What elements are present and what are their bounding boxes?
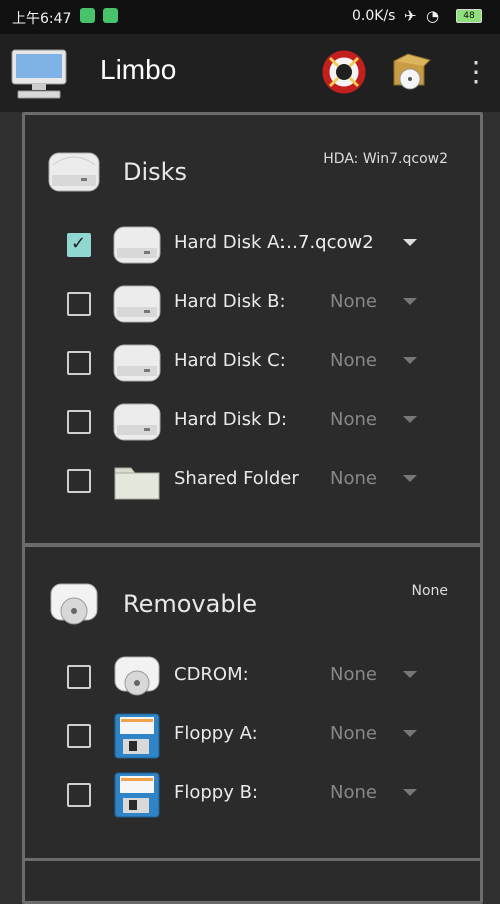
disks-panel: Disks HDA: Win7.qcow2 ✓ Hard Disk A: …7.… [22, 112, 483, 546]
app-notification-icon [80, 8, 95, 23]
folder-icon [114, 467, 160, 500]
dropdown-icon[interactable] [403, 730, 417, 737]
checkbox-cdrom[interactable] [67, 665, 91, 689]
row-label: Hard Disk C: [174, 350, 286, 371]
menu-icon[interactable]: ⋮ [462, 54, 490, 90]
row-label: Hard Disk D: [174, 409, 288, 430]
dropdown-icon[interactable] [403, 239, 417, 246]
hard-disk-icon [113, 285, 161, 323]
help-icon[interactable] [322, 50, 366, 94]
removable-summary: None [411, 583, 448, 599]
row-label: Floppy A: [174, 723, 258, 744]
battery-icon: 48 [456, 9, 482, 23]
hard-disk-icon [113, 344, 161, 382]
checkbox-hdb[interactable] [67, 292, 91, 316]
shared-folder-row[interactable]: Shared Folder None [25, 453, 480, 509]
row-label: Hard Disk B: [174, 291, 286, 312]
checkbox-floppy-a[interactable] [67, 724, 91, 748]
hard-disk-icon [113, 403, 161, 441]
row-label: Hard Disk A: [174, 232, 286, 253]
checkbox-hdc[interactable] [67, 351, 91, 375]
next-panel-partial [22, 858, 483, 904]
hard-disk-icon [113, 226, 161, 264]
cdrom-icon [114, 656, 160, 696]
dropdown-icon[interactable] [403, 789, 417, 796]
dropdown-icon[interactable] [403, 671, 417, 678]
row-value[interactable]: None [330, 468, 377, 489]
app-bar: Limbo ⋮ [0, 34, 500, 112]
airplane-icon: ✈ [404, 7, 417, 25]
removable-panel: Removable None CDROM: None Floppy A: Non… [22, 544, 483, 861]
cdrom-icon [50, 583, 98, 625]
checkbox-floppy-b[interactable] [67, 783, 91, 807]
row-value[interactable]: None [330, 350, 377, 371]
row-value[interactable]: None [330, 291, 377, 312]
floppy-a-row[interactable]: Floppy A: None [25, 708, 480, 764]
check-icon: ✓ [71, 233, 87, 254]
row-label: Shared Folder [174, 468, 299, 489]
dropdown-icon[interactable] [403, 475, 417, 482]
row-value[interactable]: None [330, 664, 377, 685]
row-label: CDROM: [174, 664, 249, 685]
row-value[interactable]: None [330, 782, 377, 803]
wifi-icon: ◔ [426, 7, 440, 25]
floppy-icon [114, 713, 160, 759]
disks-summary: HDA: Win7.qcow2 [323, 151, 448, 167]
disk-row-hdc[interactable]: Hard Disk C: None [25, 335, 480, 391]
app-title: Limbo [100, 54, 177, 85]
checkbox-shared-folder[interactable] [67, 469, 91, 493]
dropdown-icon[interactable] [403, 416, 417, 423]
floppy-b-row[interactable]: Floppy B: None [25, 767, 480, 823]
network-speed: 0.0K/s [352, 8, 396, 24]
removable-title: Removable [123, 590, 258, 618]
row-value[interactable]: None [330, 723, 377, 744]
checkbox-hdd[interactable] [67, 410, 91, 434]
disk-row-hdb[interactable]: Hard Disk B: None [25, 276, 480, 332]
status-bar: 上午6:47 0.0K/s ✈ ◔ 48 [0, 0, 500, 34]
status-time: 上午6:47 [12, 11, 72, 27]
battery-level: 48 [463, 11, 475, 21]
computer-icon [11, 49, 67, 99]
app-notification-icon [103, 8, 118, 23]
disks-title: Disks [123, 158, 188, 186]
disk-row-hda[interactable]: ✓ Hard Disk A: …7.qcow2 [25, 217, 480, 273]
checkbox-hda[interactable]: ✓ [67, 233, 91, 257]
row-label: Floppy B: [174, 782, 259, 803]
floppy-icon [114, 772, 160, 818]
dropdown-icon[interactable] [403, 298, 417, 305]
drive-icon[interactable] [388, 50, 432, 94]
row-value[interactable]: …7.qcow2 [280, 232, 374, 253]
hard-disk-icon [48, 152, 100, 192]
dropdown-icon[interactable] [403, 357, 417, 364]
cdrom-row[interactable]: CDROM: None [25, 649, 480, 705]
disk-row-hdd[interactable]: Hard Disk D: None [25, 394, 480, 450]
row-value[interactable]: None [330, 409, 377, 430]
